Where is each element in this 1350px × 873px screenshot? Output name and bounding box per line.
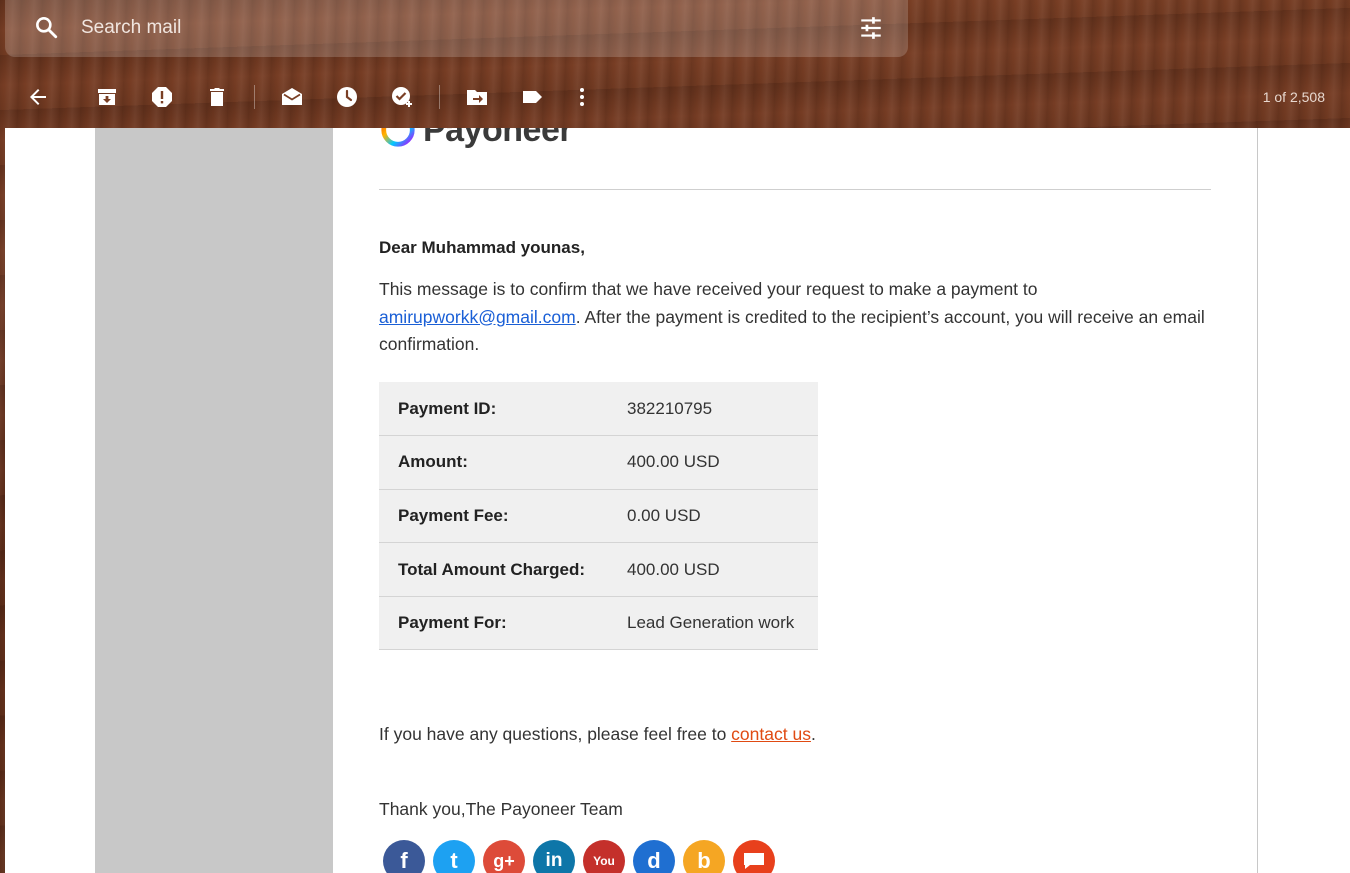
archive-icon[interactable] [95, 85, 119, 109]
delete-icon[interactable] [205, 85, 229, 109]
snooze-icon[interactable] [335, 85, 359, 109]
table-row: Amount: 400.00 USD [379, 435, 818, 490]
payment-details-table: Payment ID: 382210795 Amount: 400.00 USD… [379, 382, 818, 651]
blogger-icon[interactable]: b [683, 840, 725, 873]
header-divider [379, 189, 1211, 190]
contact-us-link[interactable]: contact us [731, 724, 811, 744]
chat-icon[interactable] [733, 840, 775, 873]
search-options-icon[interactable] [858, 15, 884, 41]
table-row: Total Amount Charged: 400.00 USD [379, 542, 818, 597]
table-row: Payment ID: 382210795 [379, 382, 818, 437]
paragraph-text: This message is to confirm that we have … [379, 279, 1038, 299]
detail-label: Payment For: [379, 596, 608, 651]
detail-label: Amount: [379, 435, 608, 490]
message-toolbar [0, 66, 1350, 128]
detail-value: 0.00 USD [608, 489, 818, 544]
youtube-icon[interactable]: You [583, 840, 625, 873]
email-body: Payoneer Dear Muhammad younas, This mess… [333, 128, 1257, 873]
toolbar-separator [254, 85, 255, 109]
detail-label: Payment ID: [379, 382, 608, 437]
payoneer-logo: Payoneer [379, 128, 573, 150]
questions-text: If you have any questions, please feel f… [379, 724, 732, 744]
logo-text: Payoneer [423, 128, 573, 149]
search-bar[interactable]: Search mail [5, 0, 908, 57]
mark-unread-icon[interactable] [280, 85, 304, 109]
greeting: Dear Muhammad younas, [379, 238, 585, 257]
detail-value: Lead Generation work [608, 596, 818, 651]
signature: Thank you,The Payoneer Team [379, 799, 623, 819]
search-icon[interactable] [33, 14, 59, 40]
toolbar-separator [439, 85, 440, 109]
back-arrow-icon[interactable] [26, 85, 50, 109]
search-input[interactable]: Search mail [81, 17, 181, 39]
google-plus-icon[interactable]: g+ [483, 840, 525, 873]
linkedin-icon[interactable]: in [533, 840, 575, 873]
add-to-tasks-icon[interactable] [390, 85, 414, 109]
message-counter: 1 of 2,508 [1262, 89, 1325, 105]
confirmation-paragraph: This message is to confirm that we have … [379, 276, 1209, 359]
label-icon[interactable] [520, 85, 544, 109]
table-row: Payment For: Lead Generation work [379, 596, 818, 651]
detail-value: 382210795 [608, 382, 818, 437]
detail-value: 400.00 USD [608, 435, 818, 490]
detail-value: 400.00 USD [608, 542, 818, 597]
payoneer-logo-icon [381, 128, 415, 147]
facebook-icon[interactable]: f [383, 840, 425, 873]
detail-label: Payment Fee: [379, 489, 608, 544]
report-spam-icon[interactable] [150, 85, 174, 109]
questions-line: If you have any questions, please feel f… [379, 724, 816, 745]
table-row: Payment Fee: 0.00 USD [379, 489, 818, 544]
chat-bubble-icon [744, 853, 764, 869]
twitter-icon[interactable]: t [433, 840, 475, 873]
detail-label: Total Amount Charged: [379, 542, 608, 597]
more-vert-icon[interactable] [570, 85, 594, 109]
questions-text: . [810, 724, 816, 744]
social-links: f t g+ in You d b [383, 840, 775, 873]
move-to-icon[interactable] [465, 85, 489, 109]
d-icon[interactable]: d [633, 840, 675, 873]
recipient-email-link[interactable]: amirupworkk@gmail.com [379, 307, 576, 327]
